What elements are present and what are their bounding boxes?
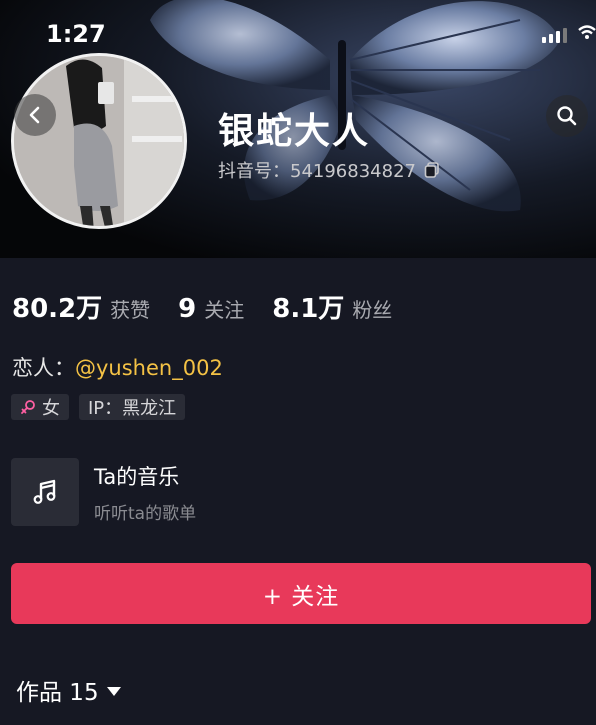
status-time: 1:27 [46,20,106,48]
female-icon [21,400,35,414]
likes-count: 80.2万 [12,294,103,324]
avatar[interactable] [11,53,187,229]
profile-tags: 女 IP：黑龙江 [11,394,186,420]
follow-button[interactable]: + 关注 [11,563,591,624]
ip-location-tag: IP：黑龙江 [79,394,186,420]
back-button[interactable] [14,94,56,136]
gender-text: 女 [42,398,60,419]
music-icon-box [11,458,79,526]
caret-down-icon [106,686,121,696]
music-entry[interactable]: Ta的音乐 听听ta的歌单 [11,458,196,526]
douyin-id: 抖音号：54196834827 [218,157,440,183]
following-count[interactable]: 9 [178,294,196,324]
following-label[interactable]: 关注 [204,294,244,323]
douyin-id-text: 抖音号：54196834827 [218,161,416,182]
likes-label: 获赞 [110,298,151,322]
gender-tag: 女 [11,394,69,420]
profile-banner: 1:27 银蛇大人 抖音号：54196834827 [0,0,596,258]
music-title: Ta的音乐 [94,464,180,489]
copy-icon[interactable] [424,162,440,178]
cellular-signal-icon [542,28,567,43]
followers-count[interactable]: 8.1万 [272,288,344,325]
partner-line: 恋人：@yushen_002 [12,352,223,382]
music-text: Ta的音乐 听听ta的歌单 [94,461,196,524]
music-subtitle: 听听ta的歌单 [94,503,197,524]
search-button[interactable] [546,95,588,137]
profile-stats: 80.2万 获赞 9 关注 8.1万 粉丝 [12,288,420,325]
wifi-icon [578,25,596,39]
works-tab-label: 作品 15 [16,680,99,706]
partner-prefix: 恋人： [12,356,75,380]
followers-label[interactable]: 粉丝 [352,294,392,323]
avatar-photo [14,56,184,226]
partner-handle-link[interactable]: @yushen_002 [75,356,223,380]
works-tab[interactable]: 作品 15 [16,673,121,707]
chevron-left-icon [29,106,40,124]
ip-location-text: IP：黑龙江 [88,398,177,419]
music-note-icon [33,479,56,504]
profile-nickname: 银蛇大人 [218,111,371,152]
search-icon [557,106,577,126]
